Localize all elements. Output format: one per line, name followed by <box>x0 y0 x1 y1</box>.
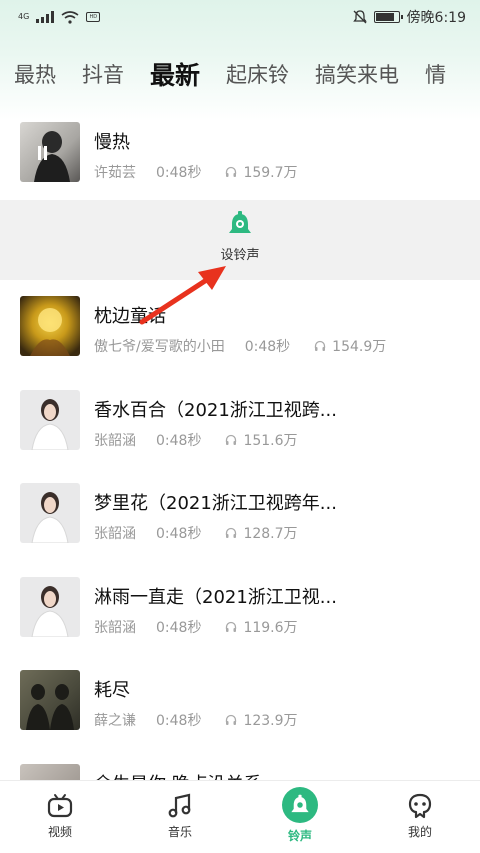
nav-ringtone[interactable]: 铃声 <box>240 781 360 853</box>
status-bar: 4G HD 傍晚6:19 <box>0 0 480 34</box>
song-title: 耗尽 <box>94 680 130 701</box>
play-count: 119.6万 <box>225 617 298 637</box>
play-count: 123.9万 <box>225 710 298 730</box>
nav-label: 音乐 <box>167 825 192 839</box>
headphone-icon <box>226 166 237 177</box>
play-count-value: 128.7万 <box>243 526 298 542</box>
album-cover[interactable] <box>20 577 80 637</box>
song-title: 枕边童话 <box>94 306 166 327</box>
song-meta: 张韶涵 0:48秒 151.6万 <box>94 430 298 450</box>
play-count: 151.6万 <box>225 430 298 450</box>
mute-icon <box>352 10 367 24</box>
headphone-icon <box>226 527 237 538</box>
tab-newest[interactable]: 最新 <box>150 56 200 92</box>
set-ringtone-button[interactable]: 设铃声 <box>200 210 280 272</box>
list-item[interactable]: 耗尽 薛之谦 0:48秒 123.9万 <box>0 670 480 760</box>
list-item[interactable]: 慢热 许茹芸 0:48秒 159.7万 <box>0 122 480 212</box>
list-item[interactable]: 枕边童话 傲七爷/爱写歌的小田 0:48秒 154.9万 <box>0 296 480 386</box>
album-cover[interactable] <box>20 670 80 730</box>
tv-icon <box>47 794 73 818</box>
nav-profile[interactable]: 我的 <box>360 781 480 853</box>
cover-art <box>30 308 70 356</box>
play-count: 128.7万 <box>225 523 298 543</box>
tab-alarm[interactable]: 起床铃 <box>226 59 289 89</box>
song-meta: 薛之谦 0:48秒 123.9万 <box>94 710 298 730</box>
cover-art <box>31 399 69 450</box>
song-meta: 傲七爷/爱写歌的小田 0:48秒 154.9万 <box>94 336 386 356</box>
play-count: 154.9万 <box>314 336 386 356</box>
song-title: 淋雨一直走（2021浙江卫视... <box>94 587 337 608</box>
play-count-value: 123.9万 <box>243 713 298 729</box>
artist: 张韶涵 <box>94 526 136 542</box>
headphone-icon <box>226 434 237 445</box>
duration: 0:48秒 <box>156 433 202 449</box>
nav-label: 铃声 <box>287 829 312 843</box>
carrier-badge: HD <box>86 12 101 22</box>
nav-label: 视频 <box>47 825 72 839</box>
nav-video[interactable]: 视频 <box>0 781 120 853</box>
duration: 0:48秒 <box>156 713 202 729</box>
artist: 张韶涵 <box>94 433 136 449</box>
duration: 0:48秒 <box>156 526 202 542</box>
nav-ringtone-active-indicator <box>282 787 318 823</box>
album-cover[interactable] <box>20 390 80 450</box>
album-cover[interactable] <box>20 296 80 356</box>
clock: 傍晚6:19 <box>406 10 466 26</box>
bell-icon <box>291 794 309 813</box>
wifi-icon <box>61 10 79 24</box>
song-meta: 张韶涵 0:48秒 119.6万 <box>94 617 298 637</box>
list-item[interactable]: 淋雨一直走（2021浙江卫视... 张韶涵 0:48秒 119.6万 <box>0 577 480 667</box>
signal-icon <box>36 11 55 23</box>
artist: 张韶涵 <box>94 620 136 636</box>
headphone-icon <box>315 340 326 351</box>
category-tabs: 最热 抖音 最新 起床铃 搞笑来电 情 <box>0 52 480 96</box>
list-item[interactable]: 香水百合（2021浙江卫视跨... 张韶涵 0:48秒 151.6万 <box>0 390 480 480</box>
song-title: 慢热 <box>94 132 130 153</box>
artist: 薛之谦 <box>94 713 136 729</box>
song-title: 梦里花（2021浙江卫视跨年... <box>94 493 337 514</box>
album-cover[interactable] <box>20 122 80 182</box>
tab-emotion[interactable]: 情 <box>425 59 446 89</box>
nav-music[interactable]: 音乐 <box>120 781 240 853</box>
song-action-panel: 设铃声 <box>0 200 480 280</box>
tab-hot[interactable]: 最热 <box>14 59 56 89</box>
play-count-value: 119.6万 <box>243 620 298 636</box>
cover-art <box>26 684 74 730</box>
tab-funny-call[interactable]: 搞笑来电 <box>315 59 399 89</box>
bottom-navigation: 视频 音乐 铃声 我的 <box>0 780 480 853</box>
song-meta: 张韶涵 0:48秒 128.7万 <box>94 523 298 543</box>
song-meta: 许茹芸 0:48秒 159.7万 <box>94 162 298 182</box>
network-type: 4G <box>18 12 30 21</box>
play-count: 159.7万 <box>225 162 298 182</box>
nav-label: 我的 <box>407 825 432 839</box>
set-ringtone-label: 设铃声 <box>220 248 260 263</box>
artist: 许茹芸 <box>94 165 136 181</box>
battery-icon <box>373 11 403 23</box>
tab-douyin[interactable]: 抖音 <box>82 59 124 89</box>
headphone-icon <box>226 621 237 632</box>
headphone-icon <box>226 714 237 725</box>
duration: 0:48秒 <box>244 339 291 355</box>
bell-icon <box>229 211 251 233</box>
list-item[interactable]: 梦里花（2021浙江卫视跨年... 张韶涵 0:48秒 128.7万 <box>0 483 480 573</box>
cover-art <box>31 492 69 543</box>
album-cover[interactable] <box>20 483 80 543</box>
profile-icon <box>408 793 432 819</box>
play-count-value: 154.9万 <box>332 339 387 355</box>
duration: 0:48秒 <box>156 620 202 636</box>
song-title: 香水百合（2021浙江卫视跨... <box>94 400 337 421</box>
cover-art <box>34 131 70 182</box>
artist: 傲七爷/爱写歌的小田 <box>94 339 225 355</box>
play-count-value: 159.7万 <box>243 165 298 181</box>
duration: 0:48秒 <box>156 165 202 181</box>
cover-art <box>31 586 69 637</box>
play-count-value: 151.6万 <box>243 433 298 449</box>
music-note-icon <box>168 793 191 818</box>
